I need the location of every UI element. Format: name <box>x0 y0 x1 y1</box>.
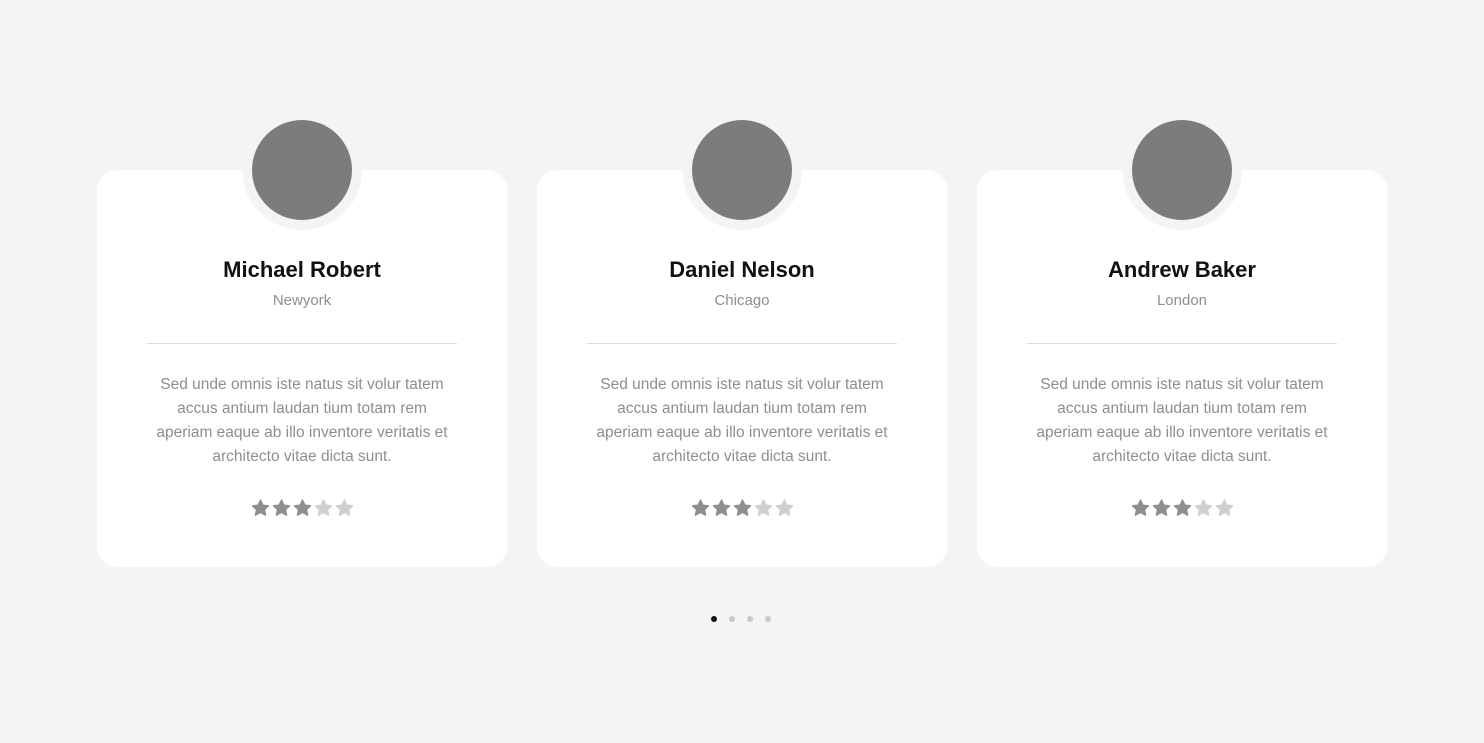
star-icon <box>1215 498 1234 518</box>
star-icon <box>1194 498 1213 518</box>
star-rating <box>97 498 507 518</box>
testimonial-carousel: Michael Robert Newyork Sed unde omnis is… <box>0 0 1484 743</box>
star-icon <box>293 498 312 518</box>
reviewer-name: Michael Robert <box>223 257 381 282</box>
testimonial-text: Sed unde omnis iste natus sit volur tate… <box>156 376 448 465</box>
star-icon <box>314 498 333 518</box>
avatar-frame <box>242 110 362 230</box>
pagination-dot[interactable] <box>765 616 771 622</box>
divider <box>147 343 457 344</box>
star-icon <box>712 498 731 518</box>
star-icon <box>1152 498 1171 518</box>
avatar-frame <box>682 110 802 230</box>
star-icon <box>335 498 354 518</box>
testimonial-card: Andrew Baker London Sed unde omnis iste … <box>977 110 1387 567</box>
testimonial-card: Michael Robert Newyork Sed unde omnis is… <box>97 110 507 567</box>
reviewer-city: Newyork <box>272 292 332 309</box>
pagination-dot[interactable] <box>747 616 753 622</box>
testimonial-text: Sed unde omnis iste natus sit volur tate… <box>1036 376 1328 465</box>
divider <box>587 343 897 344</box>
star-icon <box>1131 498 1150 518</box>
avatar-frame <box>1122 110 1242 230</box>
star-icon <box>733 498 752 518</box>
star-icon <box>775 498 794 518</box>
testimonial-card: Daniel Nelson Chicago Sed unde omnis ist… <box>537 110 947 567</box>
carousel-pagination <box>711 616 771 624</box>
divider <box>1027 343 1337 344</box>
testimonial-text: Sed unde omnis iste natus sit volur tate… <box>596 376 888 465</box>
star-rating <box>977 498 1387 518</box>
star-icon <box>251 498 270 518</box>
star-icon <box>1173 498 1192 518</box>
pagination-dot[interactable] <box>729 616 735 622</box>
star-icon <box>754 498 773 518</box>
avatar <box>1132 120 1232 220</box>
reviewer-name: Andrew Baker <box>1108 257 1256 282</box>
reviewer-city: London <box>1156 292 1208 309</box>
star-icon <box>272 498 291 518</box>
star-icon <box>691 498 710 518</box>
avatar <box>692 120 792 220</box>
star-rating <box>537 498 947 518</box>
avatar <box>252 120 352 220</box>
reviewer-city: Chicago <box>714 292 770 309</box>
reviewer-name: Daniel Nelson <box>669 257 815 282</box>
pagination-dot[interactable] <box>711 616 717 622</box>
